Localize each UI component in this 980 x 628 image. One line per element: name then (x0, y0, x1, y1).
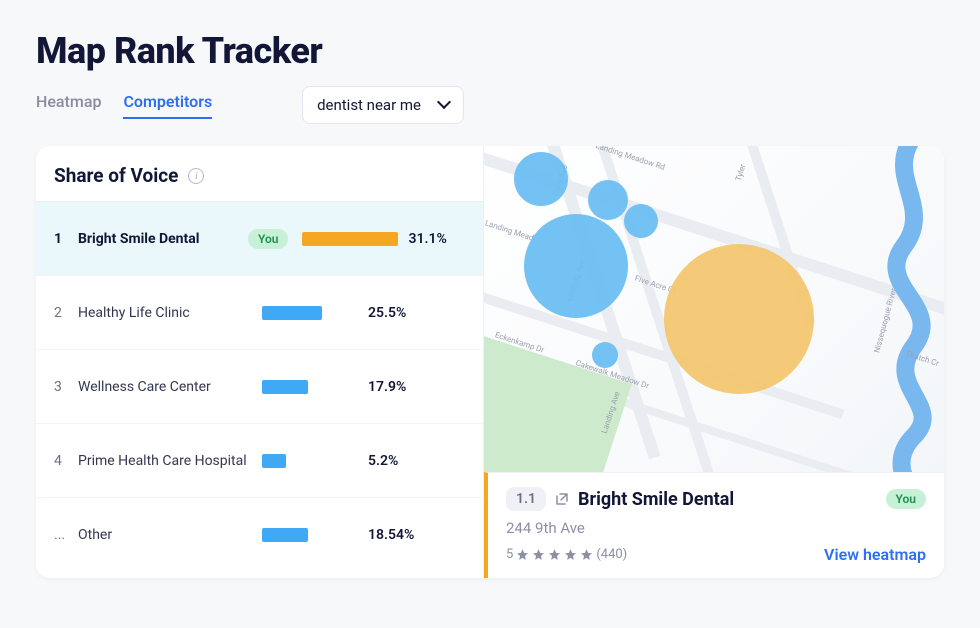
table-row[interactable]: ... Other 18.54% (36, 498, 483, 572)
pct-label: 31.1% (408, 231, 446, 247)
tabs: Heatmap Competitors (36, 92, 212, 119)
map-road-label: Tyler (734, 163, 748, 182)
bar-wrap: 25.5% (262, 305, 465, 321)
controls-bar: Heatmap Competitors dentist near me (0, 86, 980, 146)
chevron-down-icon (437, 95, 451, 109)
competitor-name: Prime Health Care Hospital (78, 453, 248, 469)
map-bubble[interactable] (592, 342, 618, 368)
map-river (794, 146, 944, 472)
table-row[interactable]: 4 Prime Health Care Hospital 5.2% (36, 424, 483, 498)
right-panel: Landing Meadow Rd Landing Mead Eckenkamp… (484, 146, 944, 578)
competitor-name: Bright Smile Dental (78, 231, 248, 247)
rank-number: 3 (54, 379, 78, 395)
map-bubble[interactable] (524, 214, 628, 318)
external-link-icon[interactable] (556, 493, 568, 505)
pct-label: 5.2% (368, 453, 398, 469)
rank-number: 4 (54, 453, 78, 469)
bar-fill (262, 454, 286, 468)
keyword-selected-label: dentist near me (317, 96, 421, 114)
bar-fill (262, 528, 308, 542)
competitor-name: Healthy Life Clinic (78, 305, 248, 321)
you-badge: You (248, 229, 288, 249)
rank-number: ... (54, 527, 78, 543)
star-icon (548, 548, 561, 561)
panel-header: Share of Voice i (36, 146, 483, 202)
share-of-voice-panel: Share of Voice i 1 Bright Smile Dental Y… (36, 146, 484, 578)
competitor-name: Wellness Care Center (78, 379, 248, 395)
view-heatmap-link[interactable]: View heatmap (824, 545, 926, 564)
reviews-count: (440) (596, 547, 627, 562)
bar-wrap: 5.2% (262, 453, 465, 469)
map-bubble-selected[interactable] (664, 244, 814, 394)
bar-wrap: 18.54% (262, 527, 465, 543)
business-detail-card: 1.1 Bright Smile Dental You 244 9th Ave … (484, 472, 944, 578)
panel-title: Share of Voice (54, 164, 178, 187)
rating-stars: 5 (440) (506, 547, 627, 562)
competitor-name: Other (78, 527, 248, 543)
star-icon (516, 548, 529, 561)
page-title: Map Rank Tracker (0, 0, 980, 86)
bar-wrap: 31.1% (302, 231, 465, 247)
business-address: 244 9th Ave (506, 519, 926, 537)
pct-label: 25.5% (368, 305, 406, 321)
map-road-label: Landing Mead (484, 218, 535, 242)
tab-competitors[interactable]: Competitors (123, 92, 212, 119)
rank-number: 2 (54, 305, 78, 321)
business-name: Bright Smile Dental (578, 489, 876, 510)
table-row[interactable]: 2 Healthy Life Clinic 25.5% (36, 276, 483, 350)
rank-number: 1 (54, 231, 78, 247)
pct-label: 17.9% (368, 379, 406, 395)
table-row[interactable]: 1 Bright Smile Dental You 31.1% (36, 202, 483, 276)
map-bubble[interactable] (624, 204, 658, 238)
main-panels: Share of Voice i 1 Bright Smile Dental Y… (36, 146, 944, 578)
bar-fill (262, 380, 308, 394)
stars-value: 5 (506, 547, 513, 562)
star-icon (532, 548, 545, 561)
tab-heatmap[interactable]: Heatmap (36, 92, 101, 119)
avg-rank-pill: 1.1 (506, 487, 546, 511)
map-bubble[interactable] (514, 152, 568, 206)
keyword-select[interactable]: dentist near me (302, 86, 464, 124)
bar-wrap: 17.9% (262, 379, 465, 395)
star-icon (580, 548, 593, 561)
bar-fill (302, 232, 398, 246)
star-icon (564, 548, 577, 561)
you-badge: You (886, 489, 926, 509)
map-bubble[interactable] (588, 180, 628, 220)
info-icon[interactable]: i (188, 168, 204, 184)
pct-label: 18.54% (368, 527, 414, 543)
map-view[interactable]: Landing Meadow Rd Landing Mead Eckenkamp… (484, 146, 944, 472)
bar-fill (262, 306, 322, 320)
table-row[interactable]: 3 Wellness Care Center 17.9% (36, 350, 483, 424)
